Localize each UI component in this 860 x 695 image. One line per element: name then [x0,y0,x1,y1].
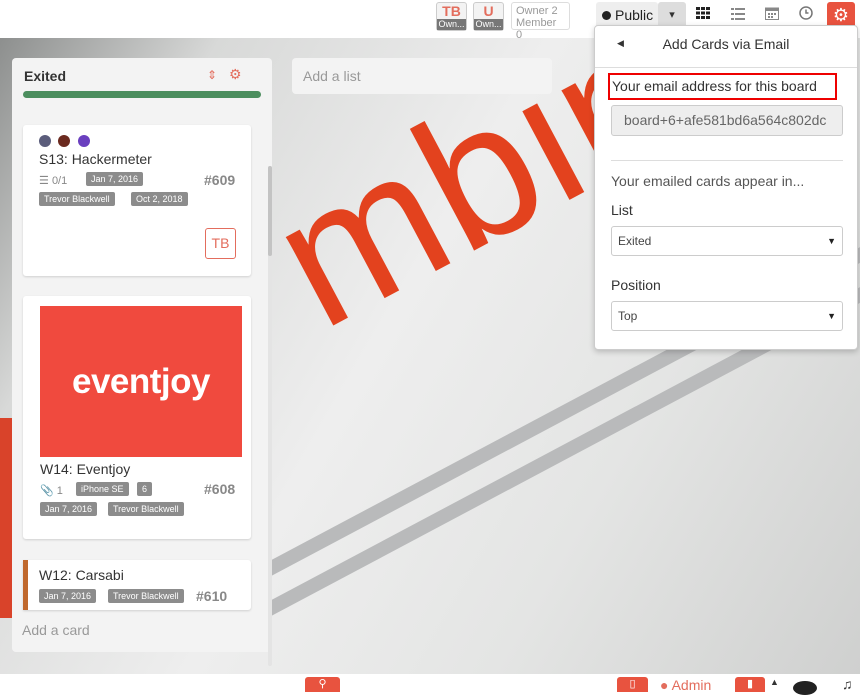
card-title: S13: Hackermeter [39,151,152,167]
member-avatar-tb[interactable]: TB Own... [436,2,467,31]
card-number: #609 [204,172,236,188]
list-select[interactable]: Exited ▼ [611,226,843,256]
divider [595,67,857,68]
appear-in-text: Your emailed cards appear in... [611,173,805,189]
list-label: List [611,202,633,218]
bell-icon[interactable]: ♫ [842,676,853,692]
dropdown-arrow-icon: ▼ [827,311,836,321]
received-date-badge: Jan 7, 2016 [86,172,144,186]
email-address-label: Your email address for this board [608,73,837,100]
label-dot [78,135,90,147]
chevron-up-icon[interactable]: ▲ [770,677,779,687]
chat-icon[interactable] [793,681,817,695]
member-count-box[interactable]: Owner 2 Member 0 [511,2,570,41]
attachment-badge: 📎 1 [40,485,63,497]
divider [611,160,843,161]
card-cover-image: eventjoy [40,306,242,457]
custom-field-badge: 6 [137,482,153,496]
dropdown-arrow-icon: ▼ [827,236,836,246]
position-select[interactable]: Top ▼ [611,301,843,331]
list-settings-gear-icon[interactable]: ⚙ [229,66,242,83]
card-hackermeter[interactable]: S13: Hackermeter ☰ 0/1 Jan 7, 2016 #609 … [23,125,251,276]
card-member-avatar[interactable]: TB [205,228,236,259]
list-color-bar [23,91,261,98]
email-address-field[interactable]: board+6+afe581bd6a564c802dc [611,105,843,136]
position-label: Position [611,277,661,293]
card-number: #608 [204,481,236,497]
card-number: #610 [196,588,228,604]
bookmark-icon[interactable]: ▮ [735,677,765,692]
label-dot [58,135,70,147]
add-card-link[interactable]: Add a card [22,622,90,638]
checklist-icon: ☰ [39,175,49,187]
received-date-badge: Jan 7, 2016 [39,589,97,603]
received-date-badge: Jan 7, 2016 [40,502,98,516]
assignee-badge: Trevor Blackwell [39,192,115,206]
member-avatar-u[interactable]: U Own... [473,2,504,31]
label-dot [39,135,51,147]
search-icon[interactable]: ⚲ [305,677,340,692]
checklist-badge: ☰ 0/1 [39,175,68,187]
mobile-icon[interactable]: ▯ [617,677,648,692]
assignee-badge: Trevor Blackwell [108,589,184,603]
list-exited: Exited ⇕ ⚙ S13: Hackermeter ☰ 0/1 Jan 7,… [12,58,272,666]
back-arrow-icon[interactable]: ◀ [617,38,624,49]
assignee-badge: Trevor Blackwell [108,502,184,516]
list-title[interactable]: Exited [24,68,66,84]
member-role-tag: Own... [474,19,503,30]
member-role-tag: Own... [437,19,466,30]
sort-icon[interactable]: ⇕ [207,68,217,82]
custom-field-badge: iPhone SE [76,482,129,496]
list-scrollbar[interactable] [268,166,272,666]
add-list-input[interactable]: Add a list [292,58,552,94]
card-title: W14: Eventjoy [40,461,131,477]
popup-title: Add Cards via Email [662,36,790,52]
paperclip-icon: 📎 [40,485,54,497]
admin-menu[interactable]: ● Admin [660,677,711,693]
user-icon: ● [660,677,669,693]
card-carsabi[interactable]: W12: Carsabi Jan 7, 2016 Trevor Blackwel… [23,560,251,610]
add-cards-via-email-popup: Add Cards via Email ◀ Your email address… [594,25,858,350]
bottom-bar: ⚲ ▯ ● Admin ▮ ▲ ♫ [0,674,860,695]
visibility-dot-icon [602,11,611,20]
due-date-badge: Oct 2, 2018 [131,192,188,206]
card-title: W12: Carsabi [39,567,124,583]
card-eventjoy[interactable]: eventjoy W14: Eventjoy 📎 1 iPhone SE 6 #… [23,296,251,539]
